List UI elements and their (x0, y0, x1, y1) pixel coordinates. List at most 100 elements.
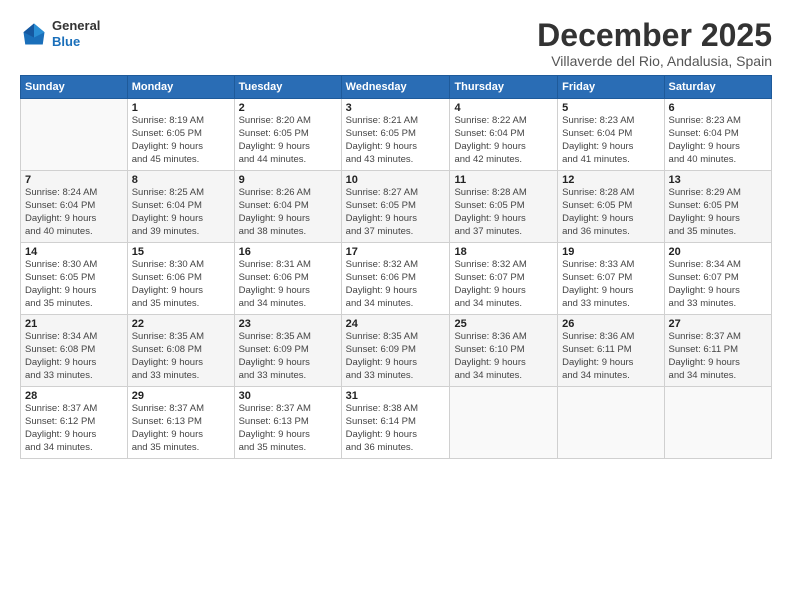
day-number: 26 (562, 318, 659, 330)
calendar-header-row: Sunday Monday Tuesday Wednesday Thursday… (21, 76, 772, 99)
table-row: 17Sunrise: 8:32 AM Sunset: 6:06 PM Dayli… (341, 243, 450, 315)
day-number: 1 (132, 102, 230, 114)
day-info: Sunrise: 8:28 AM Sunset: 6:05 PM Dayligh… (562, 187, 659, 238)
day-info: Sunrise: 8:37 AM Sunset: 6:12 PM Dayligh… (25, 403, 123, 454)
day-number: 21 (25, 318, 123, 330)
day-number: 23 (239, 318, 337, 330)
table-row: 29Sunrise: 8:37 AM Sunset: 6:13 PM Dayli… (127, 387, 234, 459)
logo: General Blue (20, 18, 100, 49)
header-sunday: Sunday (21, 76, 128, 99)
day-number: 29 (132, 390, 230, 402)
day-info: Sunrise: 8:26 AM Sunset: 6:04 PM Dayligh… (239, 187, 337, 238)
page-title: December 2025 (537, 18, 772, 53)
table-row: 25Sunrise: 8:36 AM Sunset: 6:10 PM Dayli… (450, 315, 558, 387)
page-subtitle: Villaverde del Rio, Andalusia, Spain (537, 53, 772, 69)
title-block: December 2025 Villaverde del Rio, Andalu… (537, 18, 772, 69)
day-number: 11 (454, 174, 553, 186)
day-info: Sunrise: 8:30 AM Sunset: 6:06 PM Dayligh… (132, 259, 230, 310)
day-info: Sunrise: 8:36 AM Sunset: 6:11 PM Dayligh… (562, 331, 659, 382)
day-number: 22 (132, 318, 230, 330)
header-saturday: Saturday (664, 76, 771, 99)
table-row: 24Sunrise: 8:35 AM Sunset: 6:09 PM Dayli… (341, 315, 450, 387)
day-info: Sunrise: 8:37 AM Sunset: 6:11 PM Dayligh… (669, 331, 767, 382)
table-row: 5Sunrise: 8:23 AM Sunset: 6:04 PM Daylig… (558, 99, 664, 171)
day-number: 19 (562, 246, 659, 258)
day-number: 18 (454, 246, 553, 258)
day-number: 4 (454, 102, 553, 114)
logo-blue: Blue (52, 34, 100, 50)
day-number: 31 (346, 390, 446, 402)
day-number: 5 (562, 102, 659, 114)
table-row: 8Sunrise: 8:25 AM Sunset: 6:04 PM Daylig… (127, 171, 234, 243)
table-row: 18Sunrise: 8:32 AM Sunset: 6:07 PM Dayli… (450, 243, 558, 315)
table-row: 30Sunrise: 8:37 AM Sunset: 6:13 PM Dayli… (234, 387, 341, 459)
header-tuesday: Tuesday (234, 76, 341, 99)
day-info: Sunrise: 8:30 AM Sunset: 6:05 PM Dayligh… (25, 259, 123, 310)
day-info: Sunrise: 8:21 AM Sunset: 6:05 PM Dayligh… (346, 115, 446, 166)
table-row: 11Sunrise: 8:28 AM Sunset: 6:05 PM Dayli… (450, 171, 558, 243)
table-row: 28Sunrise: 8:37 AM Sunset: 6:12 PM Dayli… (21, 387, 128, 459)
day-info: Sunrise: 8:37 AM Sunset: 6:13 PM Dayligh… (132, 403, 230, 454)
calendar-week-4: 21Sunrise: 8:34 AM Sunset: 6:08 PM Dayli… (21, 315, 772, 387)
calendar-week-2: 7Sunrise: 8:24 AM Sunset: 6:04 PM Daylig… (21, 171, 772, 243)
day-number: 15 (132, 246, 230, 258)
day-info: Sunrise: 8:24 AM Sunset: 6:04 PM Dayligh… (25, 187, 123, 238)
day-info: Sunrise: 8:34 AM Sunset: 6:08 PM Dayligh… (25, 331, 123, 382)
day-info: Sunrise: 8:33 AM Sunset: 6:07 PM Dayligh… (562, 259, 659, 310)
logo-icon (20, 20, 48, 48)
table-row: 16Sunrise: 8:31 AM Sunset: 6:06 PM Dayli… (234, 243, 341, 315)
day-info: Sunrise: 8:19 AM Sunset: 6:05 PM Dayligh… (132, 115, 230, 166)
calendar-table: Sunday Monday Tuesday Wednesday Thursday… (20, 75, 772, 459)
day-number: 7 (25, 174, 123, 186)
table-row: 27Sunrise: 8:37 AM Sunset: 6:11 PM Dayli… (664, 315, 771, 387)
day-info: Sunrise: 8:29 AM Sunset: 6:05 PM Dayligh… (669, 187, 767, 238)
day-info: Sunrise: 8:22 AM Sunset: 6:04 PM Dayligh… (454, 115, 553, 166)
day-number: 10 (346, 174, 446, 186)
day-info: Sunrise: 8:32 AM Sunset: 6:07 PM Dayligh… (454, 259, 553, 310)
logo-general: General (52, 18, 100, 34)
table-row: 23Sunrise: 8:35 AM Sunset: 6:09 PM Dayli… (234, 315, 341, 387)
day-info: Sunrise: 8:23 AM Sunset: 6:04 PM Dayligh… (562, 115, 659, 166)
day-info: Sunrise: 8:35 AM Sunset: 6:08 PM Dayligh… (132, 331, 230, 382)
table-row: 4Sunrise: 8:22 AM Sunset: 6:04 PM Daylig… (450, 99, 558, 171)
day-number: 28 (25, 390, 123, 402)
table-row (21, 99, 128, 171)
header-wednesday: Wednesday (341, 76, 450, 99)
day-info: Sunrise: 8:25 AM Sunset: 6:04 PM Dayligh… (132, 187, 230, 238)
table-row: 22Sunrise: 8:35 AM Sunset: 6:08 PM Dayli… (127, 315, 234, 387)
table-row (558, 387, 664, 459)
header-thursday: Thursday (450, 76, 558, 99)
table-row: 15Sunrise: 8:30 AM Sunset: 6:06 PM Dayli… (127, 243, 234, 315)
day-number: 25 (454, 318, 553, 330)
header-friday: Friday (558, 76, 664, 99)
calendar-page: General Blue December 2025 Villaverde de… (0, 0, 792, 612)
day-info: Sunrise: 8:23 AM Sunset: 6:04 PM Dayligh… (669, 115, 767, 166)
table-row: 12Sunrise: 8:28 AM Sunset: 6:05 PM Dayli… (558, 171, 664, 243)
day-info: Sunrise: 8:38 AM Sunset: 6:14 PM Dayligh… (346, 403, 446, 454)
calendar-week-1: 1Sunrise: 8:19 AM Sunset: 6:05 PM Daylig… (21, 99, 772, 171)
table-row (450, 387, 558, 459)
table-row: 6Sunrise: 8:23 AM Sunset: 6:04 PM Daylig… (664, 99, 771, 171)
day-number: 3 (346, 102, 446, 114)
table-row: 21Sunrise: 8:34 AM Sunset: 6:08 PM Dayli… (21, 315, 128, 387)
table-row: 26Sunrise: 8:36 AM Sunset: 6:11 PM Dayli… (558, 315, 664, 387)
day-number: 17 (346, 246, 446, 258)
day-info: Sunrise: 8:28 AM Sunset: 6:05 PM Dayligh… (454, 187, 553, 238)
day-info: Sunrise: 8:34 AM Sunset: 6:07 PM Dayligh… (669, 259, 767, 310)
day-info: Sunrise: 8:27 AM Sunset: 6:05 PM Dayligh… (346, 187, 446, 238)
table-row: 9Sunrise: 8:26 AM Sunset: 6:04 PM Daylig… (234, 171, 341, 243)
table-row: 7Sunrise: 8:24 AM Sunset: 6:04 PM Daylig… (21, 171, 128, 243)
table-row: 3Sunrise: 8:21 AM Sunset: 6:05 PM Daylig… (341, 99, 450, 171)
day-number: 24 (346, 318, 446, 330)
day-number: 12 (562, 174, 659, 186)
table-row: 1Sunrise: 8:19 AM Sunset: 6:05 PM Daylig… (127, 99, 234, 171)
day-number: 30 (239, 390, 337, 402)
day-info: Sunrise: 8:32 AM Sunset: 6:06 PM Dayligh… (346, 259, 446, 310)
header-monday: Monday (127, 76, 234, 99)
calendar-week-5: 28Sunrise: 8:37 AM Sunset: 6:12 PM Dayli… (21, 387, 772, 459)
logo-text: General Blue (52, 18, 100, 49)
table-row: 10Sunrise: 8:27 AM Sunset: 6:05 PM Dayli… (341, 171, 450, 243)
day-info: Sunrise: 8:37 AM Sunset: 6:13 PM Dayligh… (239, 403, 337, 454)
day-number: 20 (669, 246, 767, 258)
day-info: Sunrise: 8:35 AM Sunset: 6:09 PM Dayligh… (346, 331, 446, 382)
